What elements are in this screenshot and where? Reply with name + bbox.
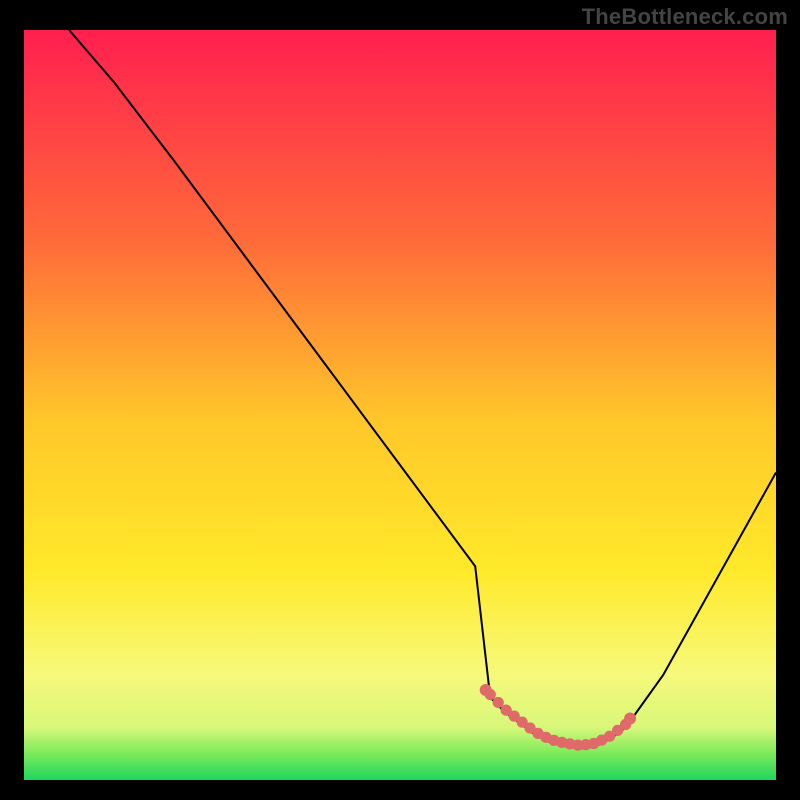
chart-curve-layer (24, 30, 776, 780)
watermark-text: TheBottleneck.com (582, 4, 788, 30)
red-dot (624, 713, 636, 725)
chart-red-dots (480, 684, 636, 751)
chart-curve (69, 30, 776, 749)
red-dot (480, 684, 492, 696)
chart-plot-area (24, 30, 776, 780)
